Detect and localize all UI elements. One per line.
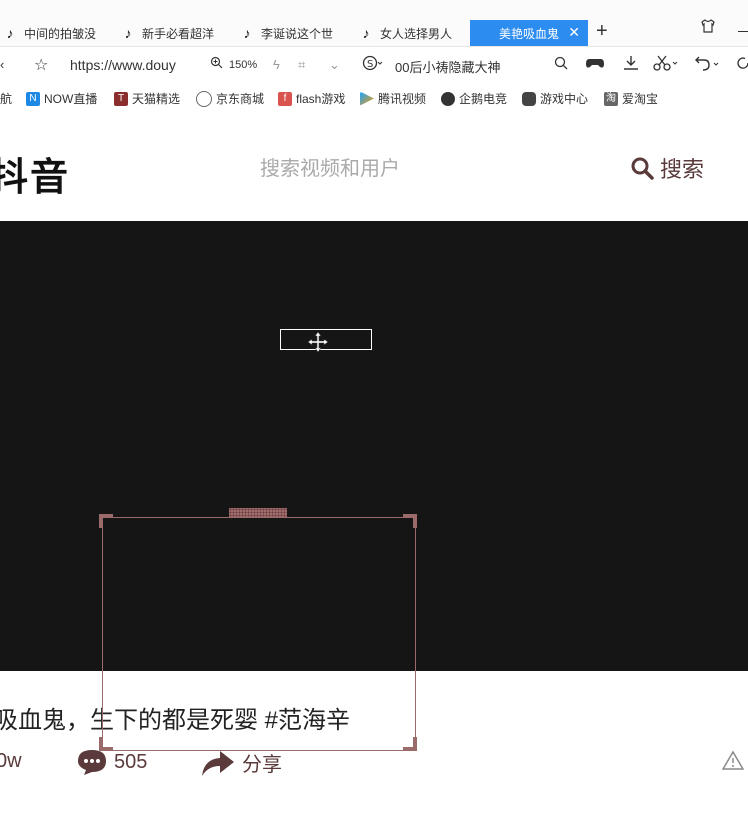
tab-label: 新手必看超洋 (142, 26, 215, 41)
douyin-logo[interactable]: 抖音 (0, 146, 70, 201)
back-icon[interactable]: ‹ (0, 57, 4, 72)
bookmark-item[interactable]: N NOW直播 (26, 90, 97, 107)
cut-icon[interactable] (653, 54, 679, 75)
tab-label: 中间的拍皱没 (24, 26, 97, 41)
browser-tab-active[interactable]: 美艳吸血鬼 ✕ (470, 20, 588, 46)
star-icon[interactable]: ☆ (34, 55, 48, 75)
bookmark-item[interactable]: f flash游戏 (278, 90, 345, 107)
browser-tab[interactable]: ♪ 新手必看超洋 (118, 20, 230, 46)
bookmark-label: flash游戏 (296, 92, 346, 106)
douyin-icon: ♪ (124, 25, 132, 41)
hot-search-text[interactable]: 00后小祷隐藏大神 (395, 57, 500, 76)
screenshot-icon[interactable]: ⌗ (298, 57, 305, 73)
skin-icon[interactable] (700, 18, 716, 37)
douyin-icon: ♪ (362, 25, 370, 41)
share-icon (202, 750, 234, 776)
share-label: 分享 (242, 754, 282, 776)
tab-strip: ♪ 中间的拍皱没 ♪ 新手必看超洋 ♪ 李诞说这个世 ♪ 女人选择男人 美艳吸血… (0, 0, 748, 47)
selection-corner-handle[interactable] (99, 737, 113, 751)
bookmark-label: 爱淘宝 (622, 92, 659, 106)
comment-count: 505 (114, 750, 148, 773)
search-button-label: 搜索 (660, 157, 705, 182)
selection-corner-handle[interactable] (403, 514, 417, 528)
like-count[interactable]: 0w (0, 750, 22, 773)
bookmark-item[interactable]: 京东商城 (196, 90, 264, 107)
flash-icon: f (278, 91, 292, 106)
share-button[interactable]: 分享 (200, 748, 282, 777)
new-tab-button[interactable]: + (596, 20, 608, 43)
download-icon[interactable] (622, 55, 640, 74)
undo-icon[interactable] (692, 55, 720, 74)
minimize-icon[interactable]: — (738, 22, 748, 38)
svg-text:S: S (367, 59, 373, 70)
tmall-icon: T (114, 91, 128, 106)
zoom-level: 150% (229, 59, 258, 71)
globe-icon (196, 90, 212, 107)
hot-search-icon[interactable]: S (362, 55, 384, 74)
bookmark-item[interactable]: 腾讯视频 (360, 90, 426, 107)
gamepad-icon (522, 91, 536, 106)
gamepad-icon[interactable] (585, 55, 605, 74)
bookmark-label: 企鹅电竞 (459, 92, 508, 106)
browser-tab[interactable]: ♪ 中间的拍皱没 (0, 20, 112, 46)
selection-corner-handle[interactable] (99, 514, 113, 528)
tab-label: 女人选择男人 (380, 26, 453, 41)
comment-icon (78, 750, 106, 775)
bookmark-label: NOW直播 (44, 92, 98, 106)
bookmark-item[interactable]: 淘 爱淘宝 (604, 90, 658, 107)
refresh-icon[interactable] (736, 56, 748, 73)
report-icon[interactable] (722, 750, 744, 770)
chevron-down-icon[interactable]: ⌄ (329, 57, 340, 73)
capture-selection-box[interactable] (102, 517, 416, 751)
tab-label: 美艳吸血鬼 (498, 26, 559, 41)
bookmark-label: 京东商城 (216, 92, 265, 106)
selection-corner-handle[interactable] (403, 737, 417, 751)
bookmark-label: 航 (0, 92, 13, 106)
zoom-icon[interactable] (210, 56, 223, 72)
search-icon[interactable] (554, 56, 568, 73)
penguin-icon (441, 91, 455, 106)
browser-tab[interactable]: ♪ 李诞说这个世 (237, 20, 349, 46)
browser-tab[interactable]: ♪ 女人选择男人 (356, 20, 468, 46)
url-field[interactable]: https://www.douy (70, 57, 176, 73)
search-button[interactable]: 搜索 (630, 152, 704, 184)
address-bar: ‹ ☆ https://www.douy 150% ϟ ⌗ ⌄ S 00后小祷隐… (0, 50, 748, 82)
tencent-video-icon (360, 91, 374, 106)
douyin-icon: ♪ (6, 25, 14, 41)
selection-resize-handle[interactable] (229, 508, 287, 517)
comment-button[interactable]: 505 (76, 748, 147, 776)
bookmark-bar: 航 N NOW直播 T 天猫精选 京东商城 f flash游戏 腾讯视频 企鹅电… (0, 86, 748, 112)
bookmark-item[interactable]: T 天猫精选 (114, 90, 180, 107)
move-cursor-icon (307, 331, 329, 353)
lightning-icon[interactable]: ϟ (273, 57, 280, 72)
bookmark-label: 游戏中心 (540, 92, 589, 106)
bookmark-label: 腾讯视频 (378, 92, 427, 106)
douyin-icon: ♪ (243, 25, 251, 41)
action-bar: 0w 505 分享 (0, 746, 748, 780)
search-input[interactable] (258, 152, 582, 186)
close-icon[interactable]: ✕ (568, 24, 580, 41)
bookmark-label: 天猫精选 (132, 92, 181, 106)
search-icon (631, 157, 654, 180)
taobao-icon: 淘 (604, 91, 618, 106)
now-icon: N (26, 91, 40, 106)
bookmark-item[interactable]: 游戏中心 (522, 90, 588, 107)
tab-label: 李诞说这个世 (261, 26, 334, 41)
bookmark-item[interactable]: 企鹅电竞 (441, 90, 507, 107)
bookmark-item[interactable]: 航 (0, 90, 12, 107)
